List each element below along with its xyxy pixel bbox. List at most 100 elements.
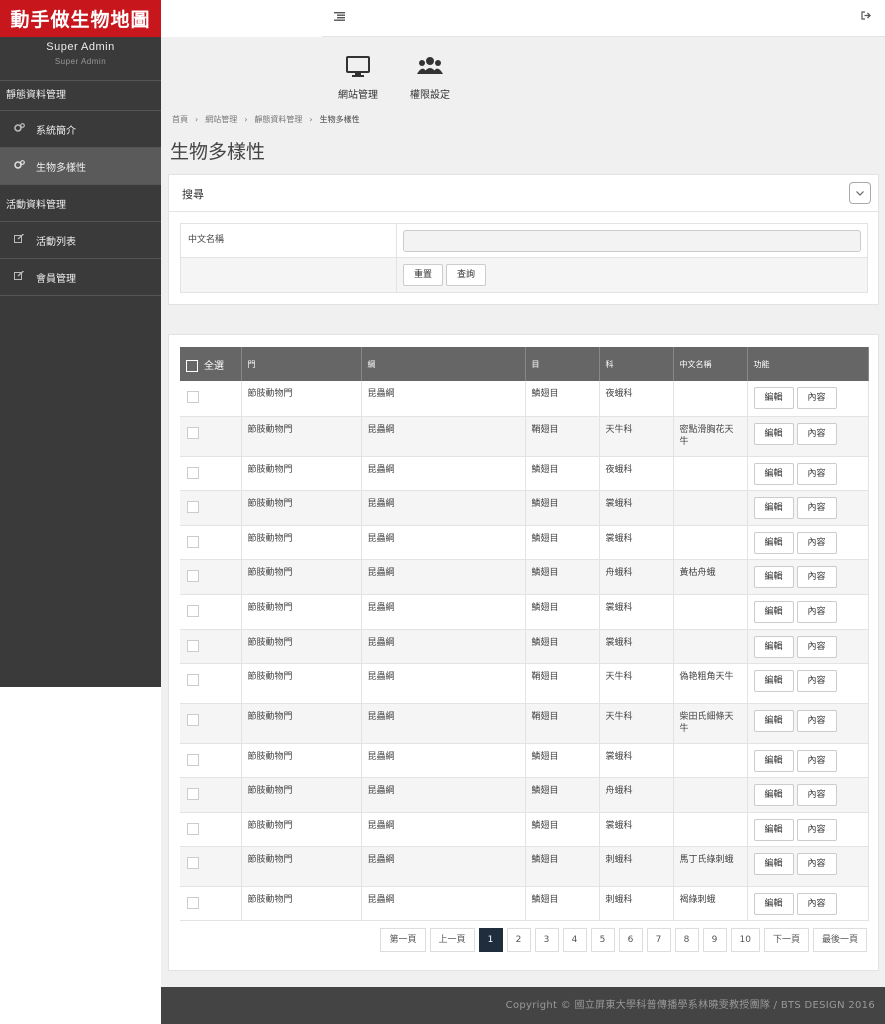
edit-button[interactable]: 編輯 — [753, 496, 794, 519]
edit-button[interactable]: 編輯 — [753, 749, 794, 772]
pagination-page[interactable]: 8 — [674, 928, 699, 952]
sidebar-item-biodiversity[interactable]: 生物多樣性 — [0, 148, 161, 185]
edit-button[interactable]: 編輯 — [753, 531, 794, 554]
row-checkbox[interactable] — [187, 713, 199, 726]
chevron-down-icon[interactable] — [849, 182, 871, 204]
edit-button[interactable]: 編輯 — [753, 565, 794, 588]
table-header-row: 全選 門 綱 目 科 中文名稱 功能 — [180, 347, 869, 381]
pagination-last[interactable]: 最後一頁 — [812, 928, 867, 952]
row-checkbox[interactable] — [187, 426, 199, 439]
chinese-name-input[interactable] — [403, 230, 861, 252]
select-all-checkbox[interactable] — [186, 359, 198, 372]
pagination-page[interactable]: 10 — [730, 928, 760, 952]
edit-button[interactable]: 編輯 — [753, 600, 794, 623]
content-button[interactable]: 內容 — [796, 531, 837, 554]
cell-family: 舟蛾科 — [599, 777, 674, 813]
select-all-header[interactable]: 全選 — [180, 347, 242, 381]
pagination-page[interactable]: 9 — [702, 928, 727, 952]
row-checkbox[interactable] — [187, 787, 199, 800]
cell-family: 天牛科 — [599, 663, 674, 704]
pagination-page[interactable]: 4 — [562, 928, 587, 952]
row-checkbox[interactable] — [187, 822, 199, 835]
pagination-page[interactable]: 7 — [646, 928, 671, 952]
list-icon[interactable] — [334, 11, 345, 24]
edit-button[interactable]: 編輯 — [753, 635, 794, 658]
content-button[interactable]: 內容 — [796, 600, 837, 623]
content-button[interactable]: 內容 — [796, 635, 837, 658]
sidebar-section-activity: 活動資料管理 — [0, 185, 161, 222]
content-button[interactable]: 內容 — [796, 852, 837, 875]
edit-button[interactable]: 編輯 — [753, 709, 794, 732]
edit-button[interactable]: 編輯 — [753, 852, 794, 875]
main-content: 網站管理 權限設定 首頁 › 網站管理 › 靜態資料管理 › 生物多樣性 生物多樣性 搜尋 … — [161, 37, 885, 987]
cell-class: 昆蟲綱 — [361, 663, 526, 704]
cell-order: 鱗翅目 — [525, 490, 600, 526]
row-checkbox[interactable] — [187, 856, 199, 869]
content-button[interactable]: 內容 — [796, 462, 837, 485]
cell-class: 昆蟲綱 — [361, 777, 526, 813]
row-checkbox[interactable] — [187, 535, 199, 548]
edit-button[interactable]: 編輯 — [753, 422, 794, 445]
content-button[interactable]: 內容 — [796, 565, 837, 588]
content-button[interactable]: 內容 — [796, 709, 837, 732]
cell-family: 天牛科 — [599, 703, 674, 744]
edit-button[interactable]: 編輯 — [753, 783, 794, 806]
row-checkbox[interactable] — [187, 673, 199, 686]
query-button[interactable]: 查詢 — [446, 264, 487, 286]
cell-chinese-name — [673, 743, 748, 778]
sidebar-item-system-intro[interactable]: 系統簡介 — [0, 111, 161, 148]
breadcrumb-home[interactable]: 首頁 — [172, 115, 188, 124]
pagination-page[interactable]: 5 — [590, 928, 615, 952]
cell-class: 昆蟲綱 — [361, 629, 526, 664]
pagination-prev[interactable]: 上一頁 — [429, 928, 475, 952]
row-checkbox[interactable] — [187, 896, 199, 909]
top-bar — [322, 0, 885, 37]
edit-button[interactable]: 編輯 — [753, 892, 794, 915]
content-button[interactable]: 內容 — [796, 818, 837, 841]
pagination-first[interactable]: 第一頁 — [380, 928, 426, 952]
module-site-management[interactable]: 網站管理 — [323, 50, 393, 101]
row-checkbox[interactable] — [187, 500, 199, 513]
row-checkbox[interactable] — [187, 639, 199, 652]
reset-button[interactable]: 重置 — [403, 264, 444, 286]
row-checkbox[interactable] — [187, 466, 199, 479]
edit-button[interactable]: 編輯 — [753, 669, 794, 692]
cell-phylum: 節肢動物門 — [241, 456, 362, 491]
cell-order: 鱗翅目 — [525, 381, 600, 417]
row-checkbox[interactable] — [187, 391, 199, 403]
row-checkbox[interactable] — [187, 569, 199, 582]
pagination-page[interactable]: 3 — [534, 928, 559, 952]
module-permissions[interactable]: 權限設定 — [395, 50, 465, 101]
row-checkbox[interactable] — [187, 604, 199, 617]
breadcrumb-site-management[interactable]: 網站管理 — [205, 115, 237, 124]
cell-actions: 編輯 內容 — [747, 846, 869, 887]
content-button[interactable]: 內容 — [796, 387, 837, 409]
cell-chinese-name — [673, 777, 748, 813]
row-checkbox-cell — [180, 490, 242, 526]
content-button[interactable]: 內容 — [796, 422, 837, 445]
sidebar-item-activity-list[interactable]: 活動列表 — [0, 222, 161, 259]
edit-button[interactable]: 編輯 — [753, 387, 794, 409]
content-button[interactable]: 內容 — [796, 783, 837, 806]
content-button[interactable]: 內容 — [796, 749, 837, 772]
pagination-page[interactable]: 6 — [618, 928, 643, 952]
row-checkbox[interactable] — [187, 753, 199, 766]
content-button[interactable]: 內容 — [796, 496, 837, 519]
cell-actions: 編輯 內容 — [747, 886, 869, 921]
content-button[interactable]: 內容 — [796, 669, 837, 692]
sign-out-icon[interactable] — [861, 11, 871, 23]
pagination-page[interactable]: 1 — [478, 928, 503, 952]
content-button[interactable]: 內容 — [796, 892, 837, 915]
cell-chinese-name: 柴田氏細條天牛 — [673, 703, 748, 744]
pagination-page[interactable]: 2 — [506, 928, 531, 952]
sidebar-item-member[interactable]: 會員管理 — [0, 259, 161, 296]
site-logo[interactable]: 動手做生物地圖 — [0, 0, 161, 37]
edit-button[interactable]: 編輯 — [753, 818, 794, 841]
row-checkbox-cell — [180, 456, 242, 491]
cell-chinese-name — [673, 381, 748, 417]
pagination-next[interactable]: 下一頁 — [763, 928, 809, 952]
cell-actions: 編輯 內容 — [747, 525, 869, 560]
edit-button[interactable]: 編輯 — [753, 462, 794, 485]
row-checkbox-cell — [180, 525, 242, 560]
breadcrumb-static-data[interactable]: 靜態資料管理 — [254, 115, 302, 124]
